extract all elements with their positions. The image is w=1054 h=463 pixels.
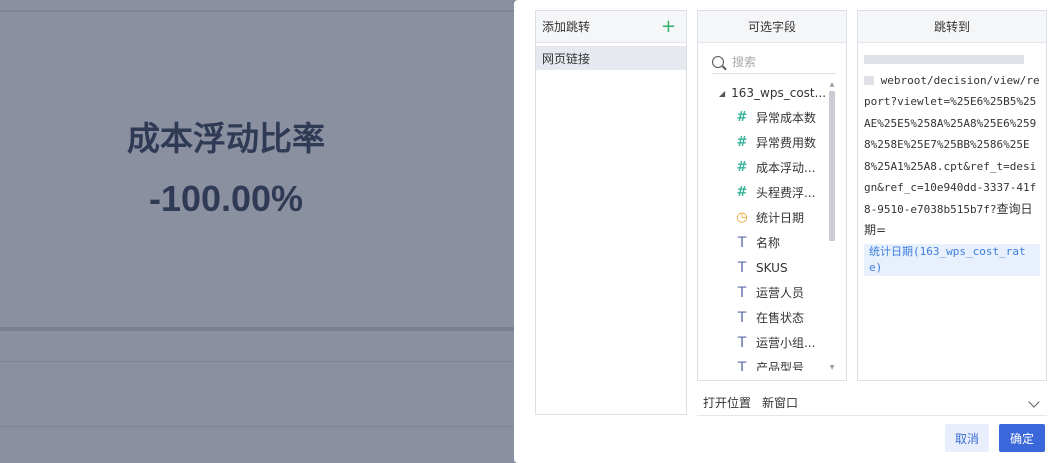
scroll-down-icon[interactable]: ▼ [828,364,836,371]
field-item[interactable]: # 头程费浮... [698,180,828,205]
fields-title: 可选字段 [747,20,796,34]
metric-value: -100.00% [148,178,304,219]
text-type-icon: T [737,284,747,301]
fields-panel: 可选字段 ◢ 163_wps_cost... # 异常成本数 # 异常费用数 # 成本… [697,10,847,381]
dashboard-background: 成本浮动比率 -100.00% [0,0,514,463]
jump-to-panel: 跳转到 webroot/decision/view/report?viewlet… [857,10,1047,381]
search-input[interactable] [732,54,822,69]
caret-down-icon[interactable]: ◢ [719,89,725,98]
divider [0,426,514,427]
divider [0,10,514,12]
field-item[interactable]: # 成本浮动... [698,155,828,180]
field-label: 头程费浮... [756,186,816,200]
field-search [712,50,836,74]
divider [697,415,1047,416]
cancel-button[interactable]: 取消 [945,424,989,452]
field-label: 异常成本数 [756,111,817,125]
text-type-icon: T [737,334,747,351]
field-label: 在售状态 [756,311,805,325]
text-type-icon: T [737,259,747,276]
field-item[interactable]: # 异常费用数 [698,130,828,155]
scroll-up-icon[interactable]: ▲ [828,81,836,89]
field-label: 产品型号 [756,361,805,371]
field-item[interactable]: T 名称 [698,230,828,255]
jump-list-header: 添加跳转 + [536,11,686,43]
field-label: 异常费用数 [756,136,817,150]
search-icon [712,55,724,68]
jump-list-title: 添加跳转 [542,20,591,34]
jump-to-title: 跳转到 [933,20,970,34]
field-item[interactable]: T 运营人员 [698,280,828,305]
url-path: webroot/decision/view/report?viewlet=%25… [864,73,1040,216]
redacted-text [864,76,874,85]
hash-icon: # [736,110,748,125]
open-position-label: 打开位置 [703,396,752,410]
jump-list-item-label: 网页链接 [542,51,591,66]
param-tag[interactable]: 统计日期(163_wps_cost_rate) [864,243,1040,276]
jump-settings-dialog: 添加跳转 + 网页链接 可选字段 ◢ 163_wps_cost... # 异常成本… [514,0,1054,463]
field-item[interactable]: T 产品型号 [698,355,828,372]
field-item[interactable]: T SKUS [698,255,828,280]
redacted-text [864,54,1024,64]
fields-header: 可选字段 [698,11,846,43]
plus-icon[interactable]: + [661,17,676,36]
field-tree: ◢ 163_wps_cost... # 异常成本数 # 异常费用数 # 成本浮动...… [698,81,828,371]
text-type-icon: T [737,234,747,251]
field-label: 统计日期 [756,211,805,225]
field-label: 成本浮动... [756,161,816,175]
field-label: 名称 [756,236,781,250]
field-label: 运营人员 [756,286,805,300]
field-item[interactable]: T 运营小组... [698,330,828,355]
metric-title: 成本浮动比率 [127,119,325,158]
hash-icon: # [736,185,748,200]
field-item[interactable]: T 在售状态 [698,305,828,330]
scrollbar-thumb[interactable] [829,91,835,241]
url-editor[interactable]: webroot/decision/view/report?viewlet=%25… [858,43,1046,276]
fields-scrollbar[interactable]: ▲ ▼ [828,81,836,371]
tree-root[interactable]: ◢ 163_wps_cost... [698,81,828,105]
jump-to-header: 跳转到 [858,11,1046,43]
field-label: SKUS [756,260,788,275]
text-type-icon: T [737,359,747,372]
open-position-select[interactable]: 新窗口 [762,394,798,411]
jump-list-panel: 添加跳转 + 网页链接 [535,10,687,415]
jump-list-item[interactable]: 网页链接 [536,46,686,70]
clock-icon: ◷ [736,210,748,225]
field-item[interactable]: ◷ 统计日期 [698,205,828,230]
chevron-down-icon[interactable] [1028,396,1040,408]
divider [0,361,514,362]
divider [0,327,514,331]
ok-button[interactable]: 确定 [999,424,1045,452]
hash-icon: # [736,160,748,175]
field-label: 运营小组... [756,336,816,350]
text-type-icon: T [737,309,747,326]
field-item[interactable]: # 异常成本数 [698,105,828,130]
hash-icon: # [736,135,748,150]
tree-root-label: 163_wps_cost... [731,86,827,100]
